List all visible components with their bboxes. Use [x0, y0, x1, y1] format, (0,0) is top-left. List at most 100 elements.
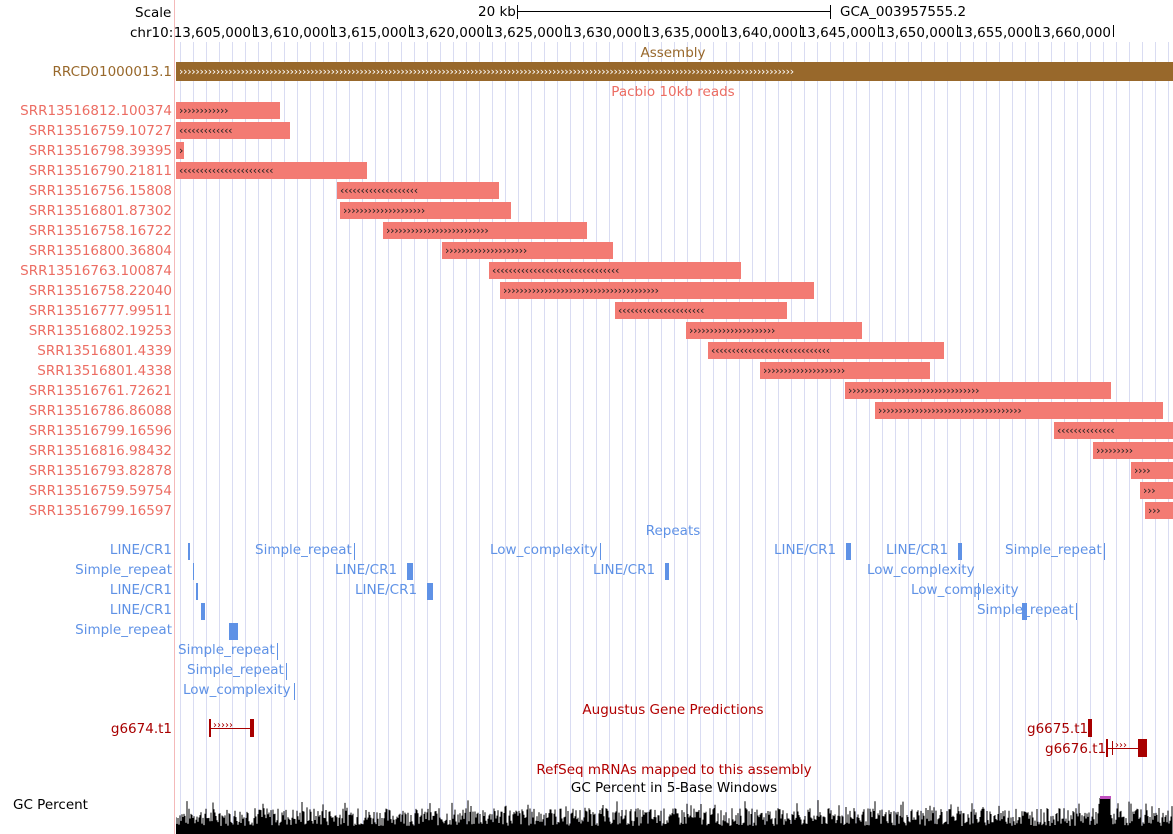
read-feature-bar[interactable]: ››››››››››››››››››››: [442, 242, 613, 259]
repeat-feature[interactable]: [665, 563, 669, 580]
read-feature-bar[interactable]: ›››››››››››››››››››››››››››››››››››: [875, 402, 1163, 419]
read-label[interactable]: SRR13516799.16597: [0, 503, 172, 519]
read-feature-bar[interactable]: ‹‹‹‹‹‹‹‹‹‹‹‹‹‹‹‹‹‹‹‹‹‹‹: [176, 162, 367, 179]
gene-g6674-strand-arrows: ›››››: [213, 720, 233, 731]
read-label[interactable]: SRR13516758.22040: [0, 283, 172, 299]
gene-g6674-exon-end[interactable]: [250, 719, 254, 737]
repeat-label[interactable]: LINE/CR1: [0, 542, 172, 558]
repeat-label[interactable]: Simple_repeat: [977, 602, 1074, 618]
read-label[interactable]: SRR13516756.15808: [0, 183, 172, 199]
repeat-label[interactable]: Simple_repeat: [255, 542, 352, 558]
read-label[interactable]: SRR13516777.99511: [0, 303, 172, 319]
read-feature-bar[interactable]: ›››››››››››››››››››››››››: [383, 222, 587, 239]
read-label[interactable]: SRR13516800.36804: [0, 243, 172, 259]
repeat-label[interactable]: Simple_repeat: [187, 662, 284, 678]
repeat-feature[interactable]: [1076, 603, 1077, 620]
read-strand-arrows: ›››››››››››››››››››››››››: [386, 224, 489, 237]
repeat-feature[interactable]: [958, 543, 962, 560]
grid-line: [1038, 42, 1039, 834]
repeat-feature[interactable]: [407, 563, 413, 580]
read-label[interactable]: SRR13516759.10727: [0, 123, 172, 139]
read-feature-bar[interactable]: ››››››››››››››››››››››››››››››››››››››: [500, 282, 814, 299]
read-feature-bar[interactable]: ››››››››››››››››››››››››››››››››: [845, 382, 1111, 399]
repeat-label[interactable]: LINE/CR1: [0, 582, 172, 598]
repeat-feature[interactable]: [294, 683, 295, 700]
gene-g6676-exon-small[interactable]: [1112, 741, 1113, 755]
read-feature-bar[interactable]: ›: [176, 142, 184, 159]
read-label[interactable]: SRR13516758.16722: [0, 223, 172, 239]
read-label[interactable]: SRR13516799.16596: [0, 423, 172, 439]
read-label[interactable]: SRR13516759.59754: [0, 483, 172, 499]
repeat-feature[interactable]: [277, 643, 278, 660]
read-label[interactable]: SRR13516790.21811: [0, 163, 172, 179]
gene-g6676-exon-start[interactable]: [1106, 739, 1108, 757]
repeat-feature[interactable]: [201, 603, 205, 620]
repeat-feature[interactable]: [286, 663, 287, 680]
read-feature-bar[interactable]: ››››: [1131, 462, 1173, 479]
grid-line: [414, 42, 415, 834]
repeat-label[interactable]: LINE/CR1: [355, 582, 417, 598]
read-feature-bar[interactable]: ››››››››››››: [176, 102, 280, 119]
gene-label-g6676[interactable]: g6676.t1: [1045, 741, 1106, 757]
repeat-feature[interactable]: [427, 583, 433, 600]
read-label[interactable]: SRR13516793.82878: [0, 463, 172, 479]
read-label[interactable]: SRR13516812.100374: [0, 103, 172, 119]
ruler-position-label: 13,655,000: [955, 25, 1033, 41]
read-strand-arrows: ‹‹‹‹‹‹‹‹‹‹‹‹‹‹‹‹‹‹‹‹‹‹‹‹‹‹‹‹‹‹‹: [492, 264, 620, 277]
read-label[interactable]: SRR13516761.72621: [0, 383, 172, 399]
gene-g6674-exon-start[interactable]: [209, 719, 211, 737]
repeat-label[interactable]: Low_complexity: [911, 582, 1019, 598]
assembly-feature-bar[interactable]: ››››››››››››››››››››››››››››››››››››››››…: [176, 62, 1173, 81]
read-feature-bar[interactable]: ››››››››››››››››››››: [760, 362, 930, 379]
ruler-position-label: 13,640,000: [720, 25, 798, 41]
repeat-feature[interactable]: [196, 583, 198, 600]
repeat-label[interactable]: Low_complexity: [490, 542, 598, 558]
repeat-label[interactable]: Simple_repeat: [1005, 542, 1102, 558]
repeat-feature[interactable]: [846, 543, 851, 560]
gene-label-g6674[interactable]: g6674.t1: [0, 721, 172, 737]
read-label[interactable]: SRR13516763.100874: [0, 263, 172, 279]
repeat-label[interactable]: Simple_repeat: [0, 622, 172, 638]
read-label[interactable]: SRR13516802.19253: [0, 323, 172, 339]
gc-percent-wiggle[interactable]: [176, 796, 1173, 834]
grid-line: [999, 42, 1000, 834]
read-label[interactable]: SRR13516798.39395: [0, 143, 172, 159]
repeat-feature[interactable]: [193, 563, 194, 580]
read-feature-bar[interactable]: ‹‹‹‹‹‹‹‹‹‹‹‹‹‹‹‹‹‹‹‹‹‹‹‹‹‹‹‹‹‹‹: [489, 262, 741, 279]
read-feature-bar[interactable]: ››››››››››››››››››››: [340, 202, 511, 219]
repeat-feature[interactable]: [600, 543, 601, 560]
read-feature-bar[interactable]: ›››››››››››››››››››››: [686, 322, 862, 339]
repeat-label[interactable]: Simple_repeat: [178, 642, 275, 658]
read-feature-bar[interactable]: ‹‹‹‹‹‹‹‹‹‹‹‹‹: [176, 122, 290, 139]
read-label[interactable]: SRR13516786.86088: [0, 403, 172, 419]
repeat-label[interactable]: Low_complexity: [183, 682, 291, 698]
repeat-label[interactable]: LINE/CR1: [593, 562, 655, 578]
read-feature-bar[interactable]: ‹‹‹‹‹‹‹‹‹‹‹‹‹‹‹‹‹‹‹: [337, 182, 499, 199]
repeat-label[interactable]: LINE/CR1: [335, 562, 397, 578]
repeat-label[interactable]: LINE/CR1: [774, 542, 836, 558]
read-feature-bar[interactable]: ›››››››››: [1093, 442, 1173, 459]
read-feature-bar[interactable]: ‹‹‹‹‹‹‹‹‹‹‹‹‹‹‹‹‹‹‹‹‹: [615, 302, 787, 319]
repeat-label[interactable]: Simple_repeat: [0, 562, 172, 578]
read-label[interactable]: SRR13516801.4339: [0, 343, 172, 359]
read-label[interactable]: SRR13516801.87302: [0, 203, 172, 219]
repeat-feature[interactable]: [188, 543, 190, 560]
gene-g6676-exon-end[interactable]: [1138, 739, 1147, 757]
gene-g6675-exon[interactable]: [1088, 719, 1092, 737]
repeat-feature[interactable]: [229, 623, 238, 640]
repeat-feature[interactable]: [354, 543, 355, 560]
read-feature-bar[interactable]: ›››: [1140, 482, 1173, 499]
assembly-item-label[interactable]: RRCD01000013.1: [0, 64, 172, 80]
repeat-label[interactable]: LINE/CR1: [0, 602, 172, 618]
gc-track-label[interactable]: GC Percent: [13, 797, 88, 813]
repeat-label[interactable]: LINE/CR1: [886, 542, 948, 558]
grid-line: [388, 42, 389, 834]
read-feature-bar[interactable]: ›››: [1145, 502, 1173, 519]
repeat-feature[interactable]: [1104, 543, 1105, 560]
repeat-label[interactable]: Low_complexity: [867, 562, 975, 578]
read-label[interactable]: SRR13516816.98432: [0, 443, 172, 459]
read-label[interactable]: SRR13516801.4338: [0, 363, 172, 379]
read-feature-bar[interactable]: ‹‹‹‹‹‹‹‹‹‹‹‹‹‹‹‹‹‹‹‹‹‹‹‹‹‹‹‹‹: [708, 342, 944, 359]
read-feature-bar[interactable]: ‹‹‹‹‹‹‹‹‹‹‹‹‹‹: [1054, 422, 1173, 439]
gene-label-g6675[interactable]: g6675.t1: [1027, 721, 1088, 737]
